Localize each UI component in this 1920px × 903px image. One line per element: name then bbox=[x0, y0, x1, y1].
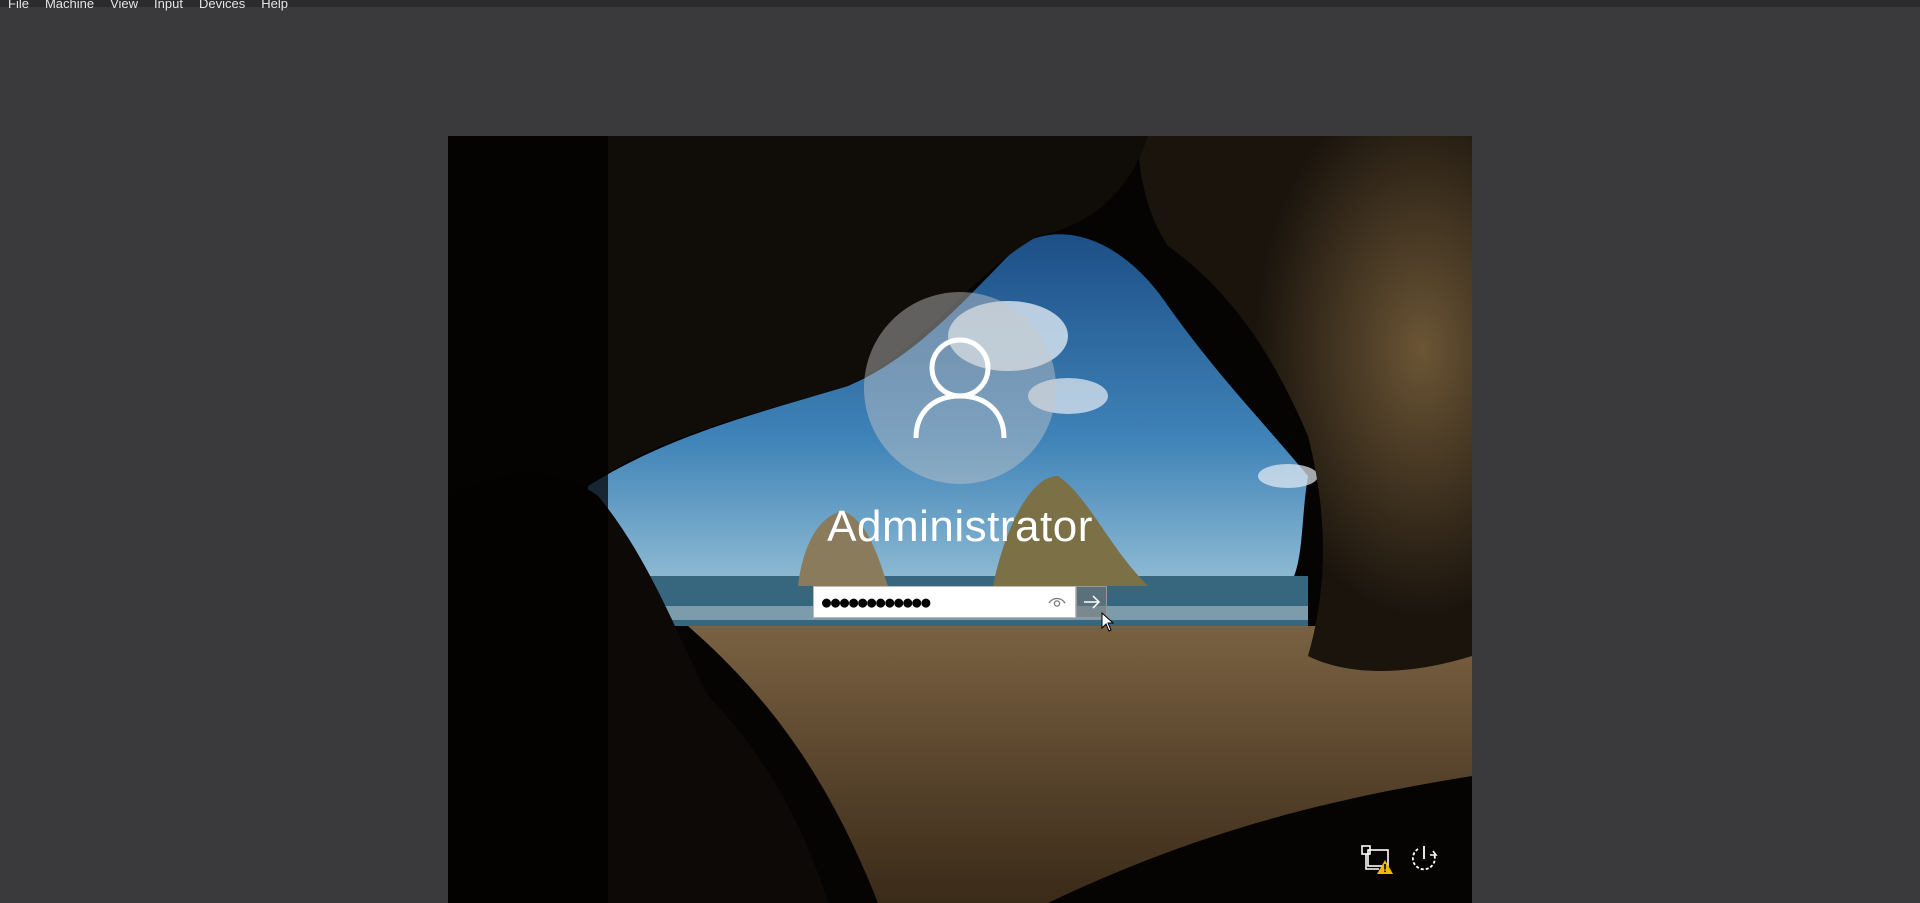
power-icon[interactable] bbox=[1408, 843, 1440, 875]
menu-input[interactable]: Input bbox=[146, 0, 191, 14]
arrow-right-icon bbox=[1083, 595, 1100, 609]
user-avatar bbox=[864, 292, 1056, 484]
username-label: Administrator bbox=[827, 502, 1093, 551]
user-icon bbox=[913, 337, 1007, 439]
menu-help[interactable]: Help bbox=[253, 0, 296, 14]
menu-machine[interactable]: Machine bbox=[37, 0, 102, 14]
menu-view[interactable]: View bbox=[102, 0, 146, 14]
menu-file[interactable]: File bbox=[0, 0, 37, 14]
eye-icon[interactable] bbox=[1048, 594, 1066, 610]
menu-bar: File Machine View Input Devices Help bbox=[0, 0, 296, 14]
password-input[interactable]: ●●●●●●●●●●●● bbox=[813, 586, 1076, 618]
password-box: ●●●●●●●●●●●● bbox=[813, 586, 1107, 620]
menu-devices[interactable]: Devices bbox=[191, 0, 253, 14]
vm-screen[interactable]: Administrator ●●●●●●●●●●●● bbox=[448, 136, 1472, 903]
mouse-cursor bbox=[1101, 612, 1115, 632]
network-warning-icon[interactable] bbox=[1359, 843, 1395, 875]
